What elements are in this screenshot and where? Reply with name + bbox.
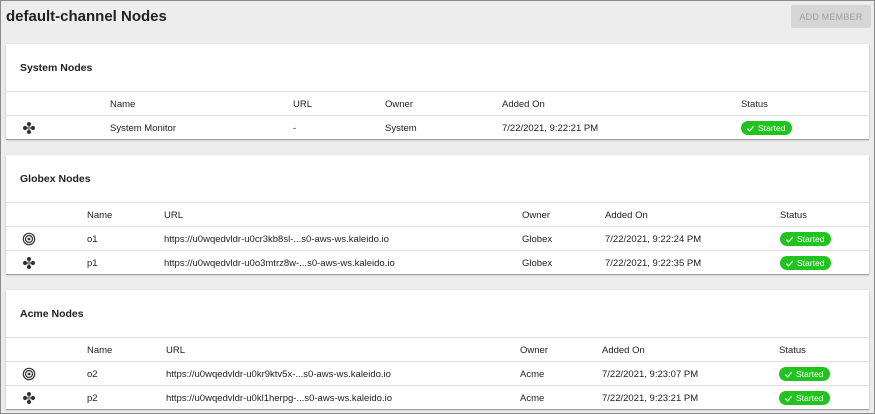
node-url[interactable]: https://u0wqedvldr-u0kl1herpg-...s0-aws-… bbox=[166, 386, 392, 410]
column-header-url: URL bbox=[166, 344, 186, 356]
status-badge: Started bbox=[779, 386, 831, 410]
node-added-on: 7/22/2021, 9:22:21 PM bbox=[502, 122, 599, 134]
column-header-added-on: Added On bbox=[605, 209, 648, 221]
status-badge: Started bbox=[780, 251, 832, 275]
card-title: System Nodes bbox=[6, 44, 869, 92]
node-name: System Monitor bbox=[110, 122, 176, 134]
status-label: Started bbox=[796, 393, 824, 403]
node-url[interactable]: https://u0wqedvldr-u0o3mtrz8w-...s0-aws-… bbox=[164, 251, 395, 275]
column-header-owner: Owner bbox=[522, 209, 550, 221]
column-header-status: Status bbox=[779, 344, 806, 356]
node-owner: Globex bbox=[522, 233, 553, 245]
nodes-cluster-icon bbox=[22, 256, 36, 270]
status-label: Started bbox=[797, 258, 825, 268]
status-label: Started bbox=[797, 234, 825, 244]
node-owner: Acme bbox=[520, 368, 545, 380]
node-url[interactable]: https://u0wqedvldr-u0kr9ktv5x-...s0-aws-… bbox=[166, 362, 391, 386]
check-icon bbox=[784, 395, 793, 402]
column-header-url: URL bbox=[293, 98, 313, 110]
check-icon bbox=[746, 125, 755, 132]
node-owner: Acme bbox=[520, 392, 545, 404]
status-badge: Started bbox=[741, 116, 793, 140]
card-title: Globex Nodes bbox=[6, 155, 869, 203]
status-badge: Started bbox=[779, 362, 831, 386]
node-added-on: 7/22/2021, 9:22:35 PM bbox=[605, 257, 702, 269]
nodes-cluster-icon bbox=[22, 121, 36, 135]
node-name: o2 bbox=[87, 368, 98, 380]
status-label: Started bbox=[758, 123, 786, 133]
table-header-row: Name URL Owner Added On Status bbox=[6, 203, 869, 227]
node-name: o1 bbox=[87, 233, 98, 245]
node-owner: Globex bbox=[522, 257, 553, 269]
system-nodes-card: System Nodes Name URL Owner Added On Sta… bbox=[6, 44, 869, 140]
column-header-name: Name bbox=[87, 209, 113, 221]
check-icon bbox=[784, 371, 793, 378]
node-added-on: 7/22/2021, 9:22:24 PM bbox=[605, 233, 702, 245]
node-added-on: 7/22/2021, 9:23:07 PM bbox=[602, 368, 699, 380]
node-added-on: 7/22/2021, 9:23:21 PM bbox=[602, 392, 699, 404]
nodes-cluster-icon bbox=[22, 391, 36, 405]
table-header-row: Name URL Owner Added On Status bbox=[6, 338, 869, 362]
node-name: p1 bbox=[87, 257, 98, 269]
column-header-name: Name bbox=[87, 344, 113, 356]
check-icon bbox=[785, 260, 794, 267]
column-header-status: Status bbox=[780, 209, 807, 221]
node-owner: System bbox=[385, 122, 417, 134]
status-badge: Started bbox=[780, 227, 832, 251]
node-url: - bbox=[293, 122, 297, 134]
column-header-added-on: Added On bbox=[502, 98, 545, 110]
page-title: default-channel Nodes bbox=[6, 8, 167, 25]
column-header-owner: Owner bbox=[385, 98, 413, 110]
add-member-button[interactable]: ADD MEMBER bbox=[791, 5, 871, 28]
table-header-row: Name URL Owner Added On Status bbox=[6, 92, 869, 116]
card-title: Acme Nodes bbox=[6, 290, 869, 338]
acme-nodes-card: Acme Nodes Name URL Owner Added On Statu… bbox=[6, 290, 869, 410]
column-header-owner: Owner bbox=[520, 344, 548, 356]
node-name: p2 bbox=[87, 392, 98, 404]
check-icon bbox=[785, 236, 794, 243]
table-row[interactable]: p1 https://u0wqedvldr-u0o3mtrz8w-...s0-a… bbox=[6, 251, 869, 275]
target-icon bbox=[22, 367, 36, 381]
node-url[interactable]: https://u0wqedvldr-u0cr3kb8sl-...s0-aws-… bbox=[164, 227, 389, 251]
status-label: Started bbox=[796, 369, 824, 379]
column-header-status: Status bbox=[741, 98, 768, 110]
table-row[interactable]: o2 https://u0wqedvldr-u0kr9ktv5x-...s0-a… bbox=[6, 362, 869, 386]
table-row[interactable]: System Monitor - System 7/22/2021, 9:22:… bbox=[6, 116, 869, 140]
column-header-added-on: Added On bbox=[602, 344, 645, 356]
column-header-name: Name bbox=[110, 98, 136, 110]
table-row[interactable]: o1 https://u0wqedvldr-u0cr3kb8sl-...s0-a… bbox=[6, 227, 869, 251]
column-header-url: URL bbox=[164, 209, 184, 221]
table-row[interactable]: p2 https://u0wqedvldr-u0kl1herpg-...s0-a… bbox=[6, 386, 869, 410]
globex-nodes-card: Globex Nodes Name URL Owner Added On Sta… bbox=[6, 155, 869, 275]
target-icon bbox=[22, 232, 36, 246]
